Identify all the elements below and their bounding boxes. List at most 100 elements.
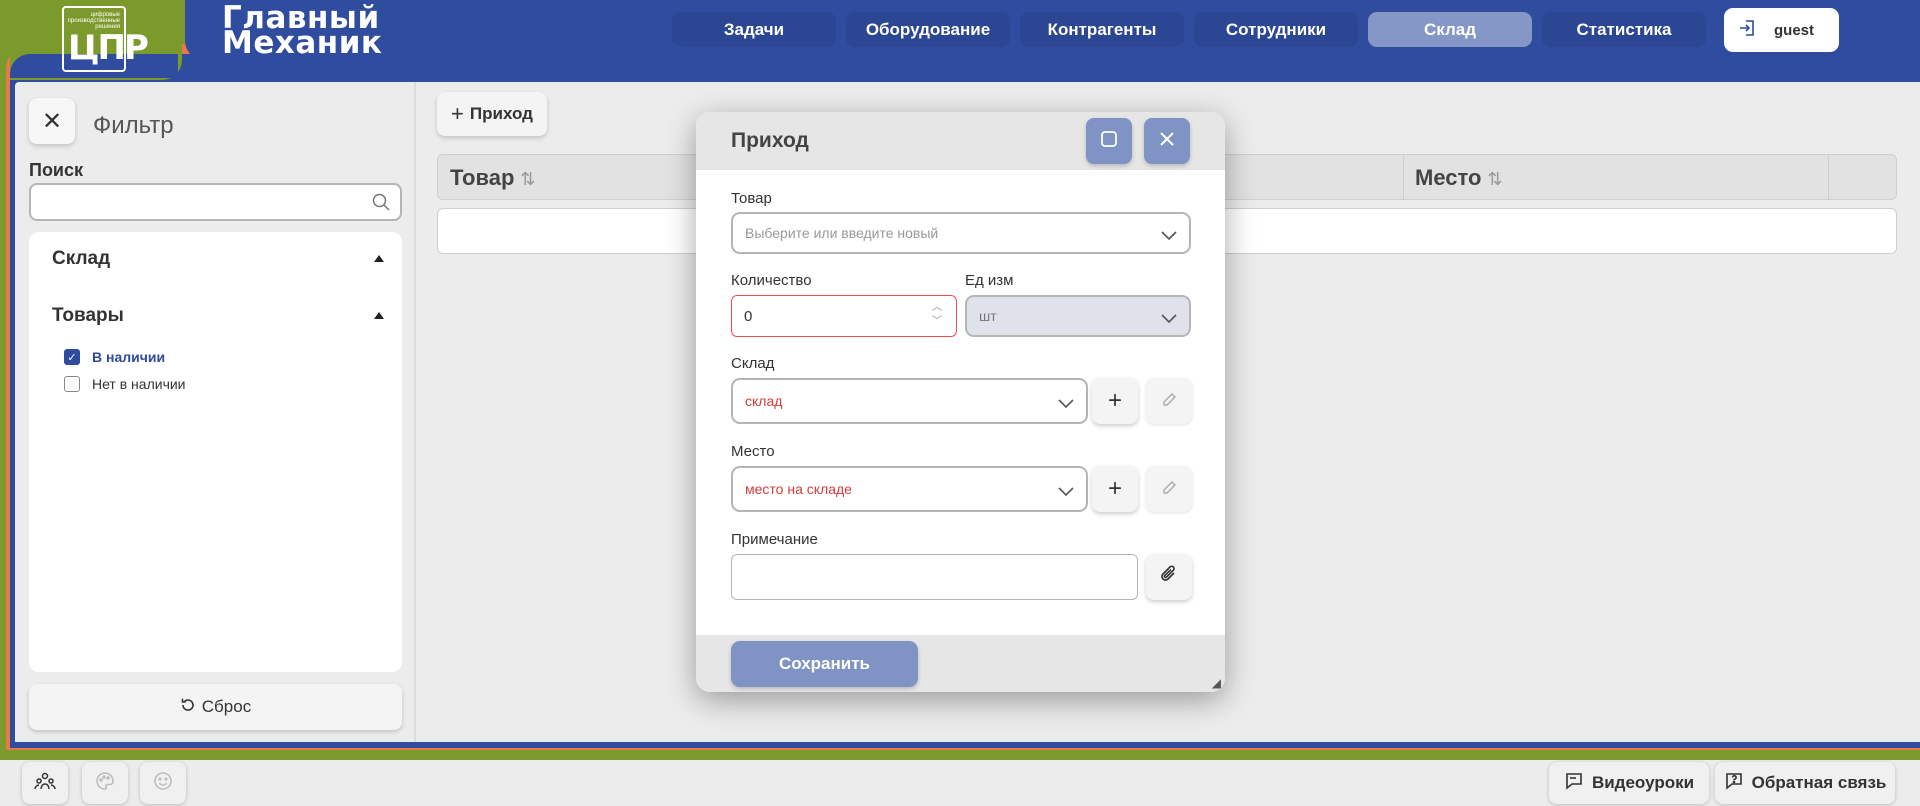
quantity-value: 0 bbox=[744, 307, 753, 325]
video-lessons-label: Видеоуроки bbox=[1591, 773, 1695, 792]
chevron-down-icon bbox=[1058, 484, 1074, 500]
tab-warehouse[interactable]: Склад bbox=[1368, 12, 1532, 47]
close-filter-button[interactable]: ✕ bbox=[29, 98, 75, 144]
feedback-button[interactable]: Обратная связь bbox=[1715, 762, 1895, 804]
warehouse-select[interactable]: склад bbox=[731, 378, 1088, 424]
main-nav: Задачи Оборудование Контрагенты Сотрудни… bbox=[672, 12, 1706, 47]
search-input[interactable] bbox=[29, 183, 402, 221]
sort-icon[interactable]: ⇅ bbox=[1487, 169, 1502, 189]
warehouse-label: Склад bbox=[731, 355, 775, 372]
emoji-button[interactable] bbox=[140, 762, 186, 804]
sidebar-divider bbox=[414, 82, 416, 742]
tab-tasks[interactable]: Задачи bbox=[672, 12, 836, 47]
plus-icon: + bbox=[1107, 475, 1122, 502]
add-income-label: Приход bbox=[469, 104, 533, 123]
team-button[interactable] bbox=[22, 762, 68, 804]
search-label: Поиск bbox=[29, 160, 84, 180]
maximize-button[interactable] bbox=[1086, 118, 1132, 164]
checkbox-in-stock[interactable]: ✓ В наличии bbox=[64, 349, 165, 365]
plus-icon: + bbox=[1107, 387, 1122, 414]
close-modal-button[interactable] bbox=[1144, 118, 1190, 164]
checkbox-label-in-stock: В наличии bbox=[92, 349, 166, 365]
checkbox-checked-icon[interactable]: ✓ bbox=[64, 349, 80, 365]
company-logo[interactable]: цифровые производственные решения ЦПР bbox=[62, 6, 149, 72]
column-place-label: Место bbox=[1415, 165, 1482, 190]
chevron-down-icon bbox=[1161, 228, 1177, 244]
chevron-down-icon bbox=[1161, 311, 1177, 327]
edit-place-button[interactable] bbox=[1146, 466, 1192, 512]
reset-label: Сброс bbox=[201, 697, 252, 716]
user-button[interactable]: guest bbox=[1724, 8, 1839, 52]
pencil-icon bbox=[1161, 475, 1177, 503]
add-place-button[interactable]: + bbox=[1092, 466, 1138, 512]
app-title: Главный Механик bbox=[222, 3, 383, 61]
smile-icon bbox=[153, 771, 173, 796]
team-icon bbox=[34, 770, 56, 797]
user-name: guest bbox=[1774, 21, 1815, 39]
sort-icon[interactable]: ⇅ bbox=[520, 169, 535, 189]
app-title-line2: Механик bbox=[222, 25, 383, 61]
income-modal: Приход Товар Выберите или введите новый … bbox=[696, 112, 1225, 692]
product-select[interactable]: Выберите или введите новый bbox=[731, 212, 1191, 254]
pencil-icon bbox=[1161, 387, 1177, 415]
note-input[interactable] bbox=[731, 554, 1138, 600]
tab-employees[interactable]: Сотрудники bbox=[1194, 12, 1358, 47]
place-label: Место bbox=[731, 443, 775, 460]
search-icon bbox=[372, 193, 390, 216]
palette-icon bbox=[95, 771, 115, 796]
chevron-down-icon bbox=[1058, 396, 1074, 412]
checkbox-label-out-of-stock: Нет в наличии bbox=[92, 376, 186, 392]
tab-equipment[interactable]: Оборудование bbox=[846, 12, 1010, 47]
attach-button[interactable] bbox=[1146, 554, 1192, 600]
stepper-up-icon[interactable]: ︿ bbox=[932, 301, 942, 315]
quantity-label: Количество bbox=[731, 272, 812, 289]
unit-select[interactable]: шт bbox=[965, 295, 1191, 337]
maximize-icon bbox=[1100, 130, 1118, 153]
filter-card: Склад Товары ✓ В наличии Нет в наличии bbox=[29, 232, 402, 672]
stepper-down-icon[interactable]: ﹀ bbox=[932, 315, 942, 329]
column-place[interactable]: Место ⇅ bbox=[1415, 165, 1503, 191]
product-placeholder: Выберите или введите новый bbox=[745, 225, 939, 241]
reset-icon bbox=[180, 697, 196, 718]
edit-warehouse-button[interactable] bbox=[1146, 378, 1192, 424]
resize-handle-icon[interactable]: ◢ bbox=[1212, 676, 1221, 690]
column-separator bbox=[1828, 155, 1829, 199]
checkbox-out-of-stock[interactable]: Нет в наличии bbox=[64, 376, 186, 392]
unit-label: Ед изм bbox=[965, 272, 1014, 289]
warehouse-value: склад bbox=[745, 393, 783, 409]
unit-value: шт bbox=[979, 308, 997, 324]
quantity-stepper[interactable]: 0 ︿ ﹀ bbox=[731, 295, 957, 337]
collapse-products-icon[interactable] bbox=[374, 312, 384, 319]
modal-title: Приход bbox=[731, 129, 809, 152]
reset-button[interactable]: Сброс bbox=[29, 684, 402, 730]
note-label: Примечание bbox=[731, 531, 818, 548]
product-label: Товар bbox=[731, 190, 772, 207]
close-icon bbox=[1159, 131, 1175, 152]
logo-letters: ЦПР bbox=[68, 28, 149, 68]
save-button[interactable]: Сохранить bbox=[731, 641, 918, 687]
place-select[interactable]: место на складе bbox=[731, 466, 1088, 512]
tab-contractors[interactable]: Контрагенты bbox=[1020, 12, 1184, 47]
close-icon: ✕ bbox=[41, 107, 63, 135]
stepper-arrows[interactable]: ︿ ﹀ bbox=[932, 301, 942, 329]
column-product-label: Товар bbox=[450, 165, 515, 190]
theme-button[interactable] bbox=[82, 762, 128, 804]
section-warehouse[interactable]: Склад bbox=[52, 248, 110, 270]
feedback-label: Обратная связь bbox=[1751, 773, 1887, 792]
add-warehouse-button[interactable]: + bbox=[1092, 378, 1138, 424]
plus-icon: + bbox=[451, 101, 464, 126]
add-income-button[interactable]: + Приход bbox=[437, 92, 547, 136]
filter-title: Фильтр bbox=[93, 112, 174, 139]
chat-icon bbox=[1564, 771, 1584, 796]
login-icon bbox=[1738, 19, 1756, 41]
collapse-warehouse-icon[interactable] bbox=[374, 255, 384, 262]
column-product[interactable]: Товар ⇅ bbox=[450, 165, 536, 191]
column-separator bbox=[1403, 155, 1404, 199]
help-icon bbox=[1724, 771, 1744, 796]
checkbox-unchecked-icon[interactable] bbox=[64, 376, 80, 392]
tab-statistics[interactable]: Статистика bbox=[1542, 12, 1706, 47]
paperclip-icon bbox=[1160, 563, 1178, 591]
place-value: место на складе bbox=[745, 481, 852, 497]
video-lessons-button[interactable]: Видеоуроки bbox=[1549, 762, 1709, 804]
section-products[interactable]: Товары bbox=[52, 305, 124, 327]
